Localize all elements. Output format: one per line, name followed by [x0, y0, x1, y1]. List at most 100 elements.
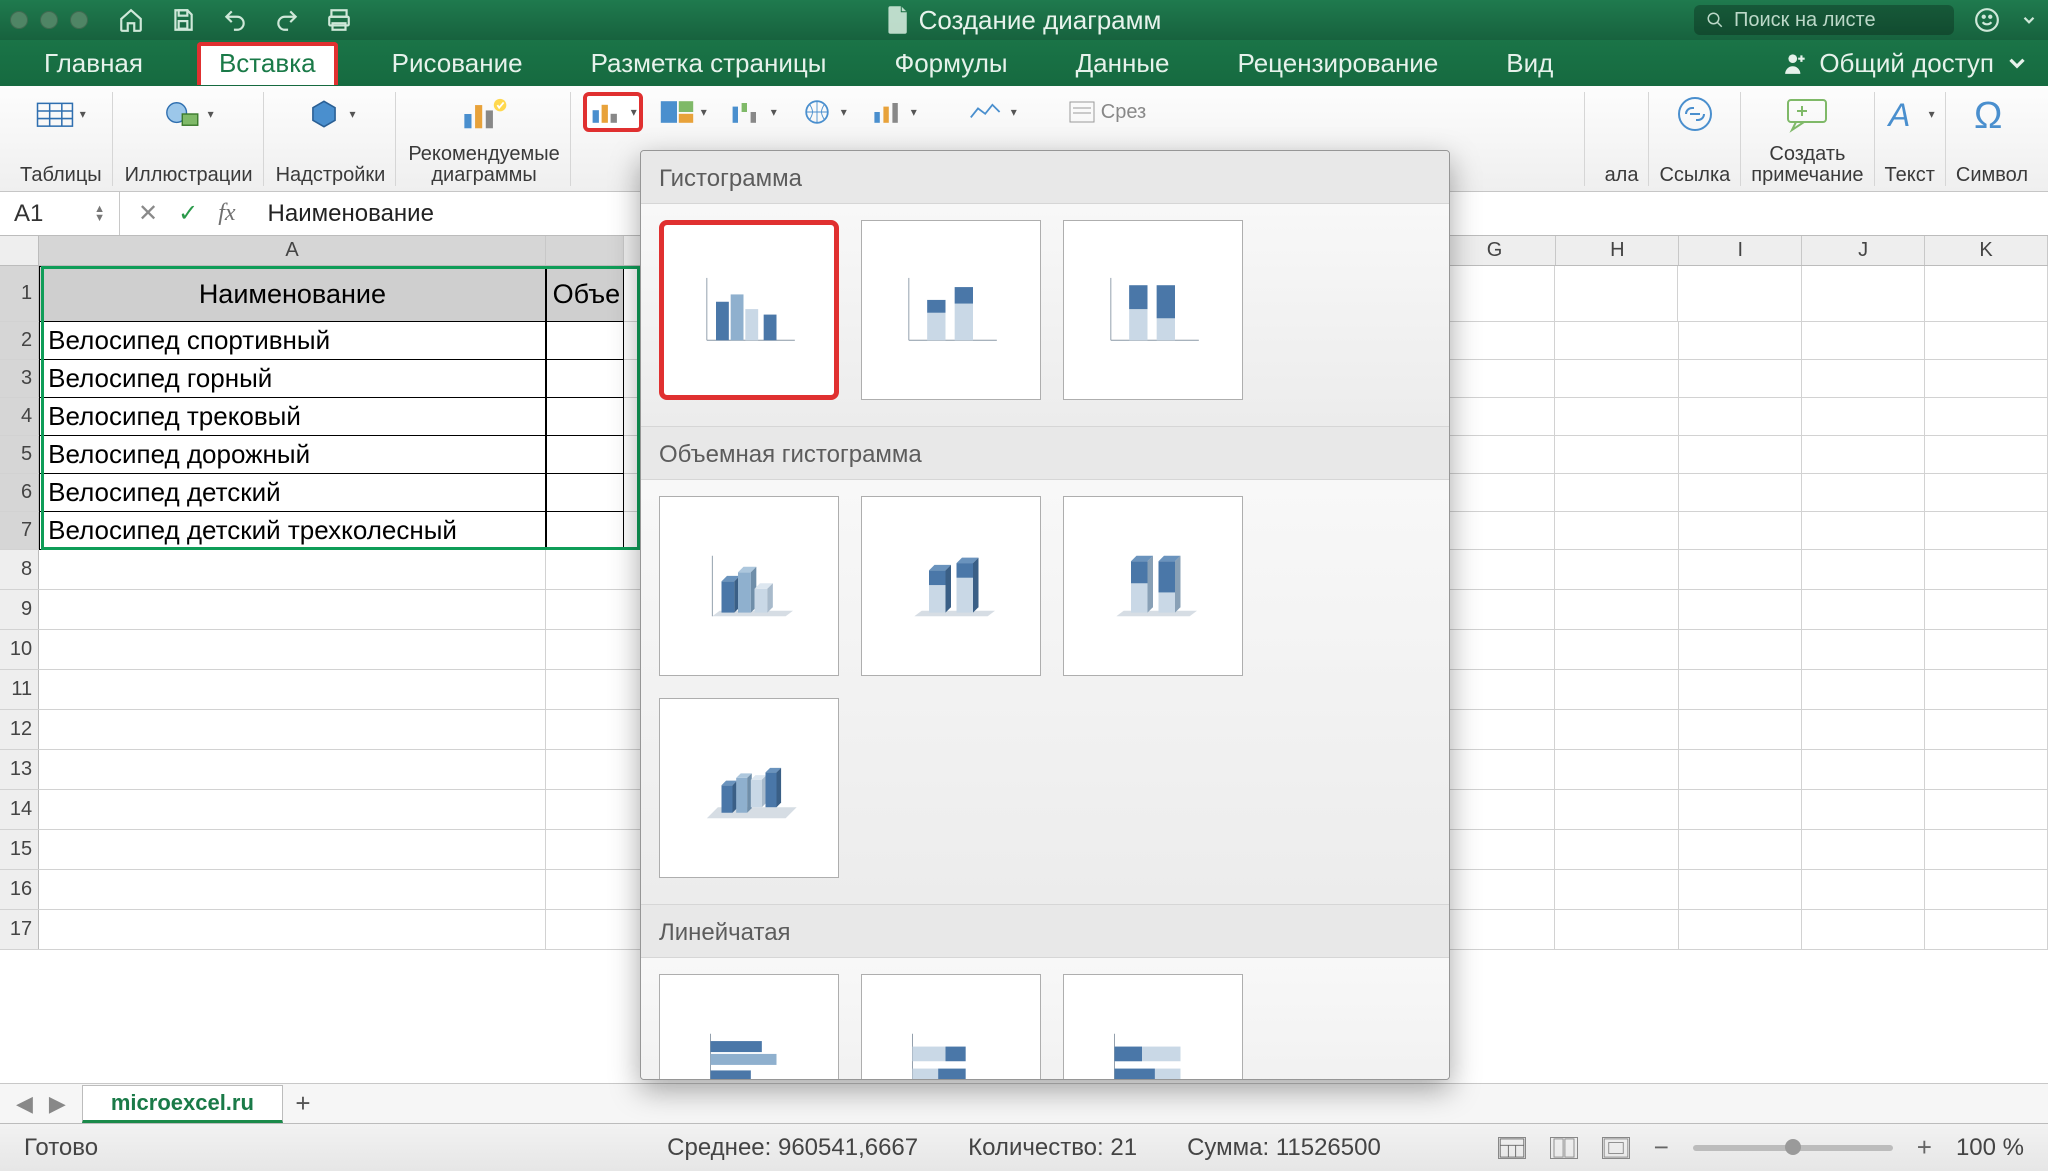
cell[interactable] — [1679, 550, 1802, 589]
cell[interactable] — [1555, 266, 1678, 321]
cell[interactable] — [1802, 550, 1925, 589]
cell[interactable] — [1925, 910, 2048, 949]
cell[interactable] — [1925, 360, 2048, 397]
cell[interactable] — [1432, 398, 1555, 435]
fx-icon[interactable]: fx — [218, 200, 235, 227]
tab-insert[interactable]: Вставка — [197, 42, 338, 85]
cell[interactable] — [1802, 750, 1925, 789]
tab-page-layout[interactable]: Разметка страницы — [577, 44, 841, 83]
cell[interactable] — [1679, 870, 1802, 909]
cell[interactable] — [546, 436, 624, 474]
sheet-nav-prev-icon[interactable]: ◀ — [16, 1091, 33, 1117]
cell[interactable] — [1432, 710, 1555, 749]
redo-icon[interactable] — [274, 7, 300, 33]
row-header-8[interactable]: 8 — [0, 550, 39, 589]
row-header-11[interactable]: 11 — [0, 670, 39, 709]
cell[interactable] — [39, 870, 546, 909]
cell[interactable] — [1679, 630, 1802, 669]
row-header-2[interactable]: 2 — [0, 322, 39, 359]
cell[interactable] — [1432, 630, 1555, 669]
cell[interactable] — [1925, 398, 2048, 435]
cancel-formula-icon[interactable]: ✕ — [138, 199, 158, 228]
cell[interactable] — [1432, 360, 1555, 397]
view-normal-icon[interactable] — [1498, 1137, 1526, 1159]
row-header-6[interactable]: 6 — [0, 474, 39, 511]
cell[interactable] — [1679, 474, 1802, 511]
cell[interactable] — [1925, 790, 2048, 829]
row-header-15[interactable]: 15 — [0, 830, 39, 869]
cell[interactable] — [1679, 910, 1802, 949]
tab-formulas[interactable]: Формулы — [880, 44, 1021, 83]
cell[interactable] — [1679, 398, 1802, 435]
home-icon[interactable] — [118, 7, 144, 33]
cell[interactable] — [1432, 870, 1555, 909]
row-header-3[interactable]: 3 — [0, 360, 39, 397]
cell[interactable] — [1555, 436, 1678, 473]
chart-3d-100-stacked-column[interactable] — [1063, 496, 1243, 676]
cell[interactable] — [1802, 590, 1925, 629]
slicer-button[interactable]: Срез — [1063, 92, 1152, 132]
cell[interactable] — [1925, 630, 2048, 669]
cell[interactable] — [1802, 474, 1925, 511]
cell[interactable] — [1679, 436, 1802, 473]
tab-review[interactable]: Рецензирование — [1224, 44, 1453, 83]
row-header-1[interactable]: 1 — [0, 266, 39, 321]
row-header-13[interactable]: 13 — [0, 750, 39, 789]
tab-view[interactable]: Вид — [1492, 44, 1567, 83]
cell[interactable] — [1555, 870, 1678, 909]
cell[interactable] — [1802, 512, 1925, 549]
cell[interactable] — [1802, 266, 1925, 321]
cell[interactable] — [1432, 790, 1555, 829]
ribbon-group-tables[interactable]: ▾ Таблицы — [10, 92, 113, 186]
column-chart-button[interactable]: ▾ — [583, 92, 643, 132]
cell[interactable] — [1432, 830, 1555, 869]
chart-clustered-bar[interactable] — [659, 974, 839, 1080]
minimize-window-icon[interactable] — [40, 11, 58, 29]
cell[interactable] — [546, 360, 624, 398]
cell[interactable] — [1925, 750, 2048, 789]
row-header-14[interactable]: 14 — [0, 790, 39, 829]
cell[interactable] — [1679, 750, 1802, 789]
sheet-tab-active[interactable]: microexcel.ru — [82, 1085, 283, 1123]
row-header-10[interactable]: 10 — [0, 630, 39, 669]
cell[interactable] — [1432, 910, 1555, 949]
table-row[interactable]: Велосипед детский — [39, 474, 546, 512]
hierarchy-chart-button[interactable]: ▾ — [653, 92, 713, 132]
cell[interactable] — [1802, 790, 1925, 829]
ribbon-group-symbol[interactable]: Ω Символ — [1946, 92, 2038, 186]
col-header-K[interactable]: K — [1925, 236, 2048, 265]
cell[interactable] — [1925, 474, 2048, 511]
formula-input[interactable]: Наименование — [254, 200, 434, 228]
cell[interactable] — [1802, 398, 1925, 435]
cell[interactable] — [1925, 550, 2048, 589]
feedback-dropdown-icon[interactable] — [2020, 11, 2038, 29]
cell[interactable] — [1925, 512, 2048, 549]
cell[interactable] — [1432, 670, 1555, 709]
cell[interactable] — [1925, 436, 2048, 473]
map-chart-button[interactable]: ▾ — [793, 92, 853, 132]
cell[interactable] — [39, 710, 546, 749]
cell[interactable] — [1555, 670, 1678, 709]
chart-100-stacked-column[interactable] — [1063, 220, 1243, 400]
zoom-in-button[interactable]: + — [1917, 1132, 1932, 1163]
cell[interactable] — [1432, 322, 1555, 359]
cell[interactable] — [1802, 910, 1925, 949]
select-all-corner[interactable] — [0, 236, 39, 265]
cell[interactable] — [1679, 590, 1802, 629]
cell[interactable] — [546, 474, 624, 512]
cell[interactable] — [1802, 710, 1925, 749]
cell[interactable] — [1802, 670, 1925, 709]
table-row[interactable]: Велосипед детский трехколесный — [39, 512, 546, 550]
cell[interactable] — [546, 322, 624, 360]
col-header-I[interactable]: I — [1679, 236, 1802, 265]
view-page-layout-icon[interactable] — [1550, 1137, 1578, 1159]
cell[interactable] — [1432, 590, 1555, 629]
chart-clustered-column[interactable] — [659, 220, 839, 400]
sparkline-button[interactable]: ▾ — [963, 92, 1023, 132]
cell[interactable] — [1925, 710, 2048, 749]
table-row[interactable]: Велосипед горный — [39, 360, 546, 398]
row-header-16[interactable]: 16 — [0, 870, 39, 909]
row-header-4[interactable]: 4 — [0, 398, 39, 435]
close-window-icon[interactable] — [10, 11, 28, 29]
cell[interactable] — [1925, 590, 2048, 629]
